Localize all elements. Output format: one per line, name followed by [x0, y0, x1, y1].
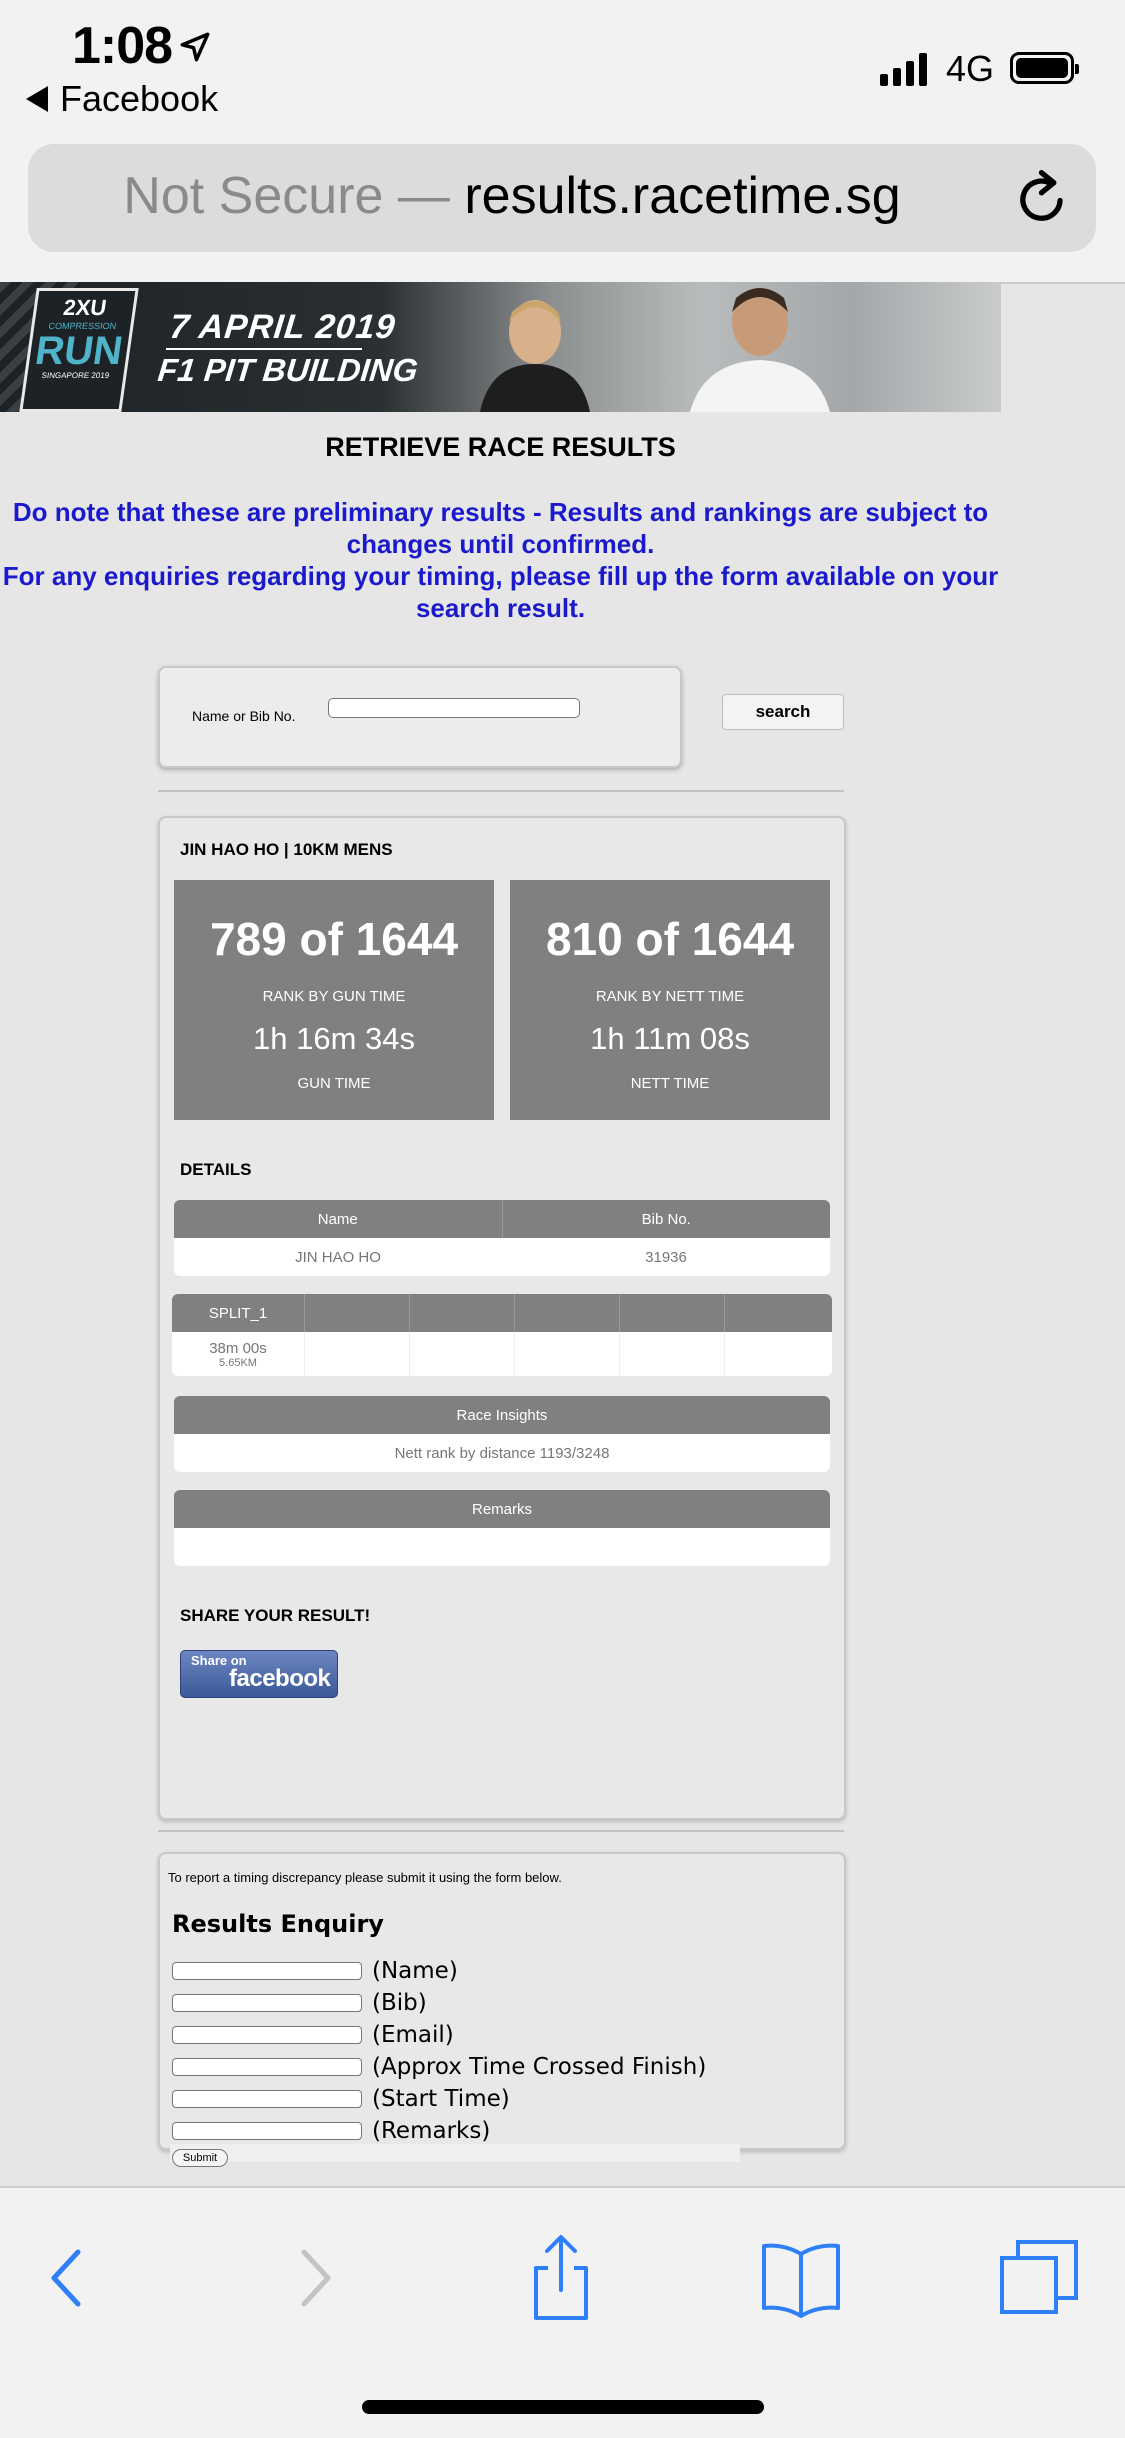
remarks-table: Remarks	[174, 1490, 830, 1566]
gun-rank-caption: RANK BY GUN TIME	[262, 988, 406, 1005]
table-row: JIN HAO HO 31936	[174, 1238, 830, 1276]
notice-line-1: Do note that these are preliminary resul…	[12, 497, 989, 559]
bib-number-cell: 31936	[645, 1248, 687, 1266]
runner-man-image	[690, 288, 830, 412]
back-chevron-icon[interactable]	[20, 2232, 110, 2322]
facebook-wordmark: facebook	[229, 1665, 331, 1692]
gun-time-caption: GUN TIME	[297, 1075, 371, 1092]
tabs-icon[interactable]	[996, 2232, 1086, 2322]
details-table: Name Bib No. JIN HAO HO 31936	[174, 1200, 830, 1276]
nett-time-box: 810 of 1644 RANK BY NETT TIME 1h 11m 08s…	[510, 880, 830, 1120]
search-panel: Name or Bib No.	[158, 666, 682, 768]
gun-rank: 789 of 1644	[209, 913, 459, 965]
split-1-cell: 38m 00s 5.65KM	[172, 1332, 304, 1376]
enquiry-remarks-label: (Remarks)	[372, 2118, 491, 2144]
divider	[158, 1830, 844, 1832]
safari-toolbar	[0, 2186, 1125, 2438]
enquiry-start-time-label: (Start Time)	[372, 2086, 510, 2112]
details-col-bib: Bib No.	[501, 1200, 831, 1238]
search-button[interactable]: search	[722, 694, 844, 730]
network-type: 4G	[946, 48, 995, 89]
enquiry-note: To report a timing discrepancy please su…	[168, 1870, 562, 1885]
split-1-distance: 5.65KM	[219, 1356, 257, 1369]
location-arrow-icon	[180, 32, 210, 62]
enquiry-name-input[interactable]	[172, 1962, 362, 1980]
search-input[interactable]	[328, 698, 580, 718]
enquiry-finish-time-row: (Approx Time Crossed Finish)	[172, 2054, 706, 2080]
table-row: 38m 00s 5.65KM	[172, 1332, 832, 1376]
nett-time-caption: NETT TIME	[630, 1075, 710, 1092]
banner-venue: F1 PIT BUILDING	[156, 352, 420, 388]
url-domain: results.racetime.sg	[464, 167, 901, 225]
forward-chevron-icon[interactable]	[270, 2232, 360, 2322]
splits-table: SPLIT_1 38m 00s 5.65KM	[172, 1294, 832, 1376]
enquiry-submit-button[interactable]: Submit	[172, 2149, 228, 2167]
banner-date: 7 APRIL 2019	[168, 308, 398, 346]
nett-rank: 810 of 1644	[545, 913, 795, 965]
divider	[158, 790, 844, 792]
insights-heading: Race Insights	[456, 1406, 548, 1424]
split-col-1: SPLIT_1	[208, 1304, 268, 1322]
url-display: Not Secure — results.racetime.sg	[28, 166, 996, 226]
nett-time: 1h 11m 08s	[590, 1021, 750, 1056]
enquiry-remarks-input[interactable]	[172, 2122, 362, 2140]
result-panel: JIN HAO HO | 10KM MENS 789 of 1644 RANK …	[158, 816, 846, 1820]
results-enquiry-panel: To report a timing discrepancy please su…	[158, 1852, 846, 2167]
status-time: 1:08	[72, 17, 173, 75]
runner-woman-image	[480, 300, 590, 412]
enquiry-email-row: (Email)	[172, 2022, 454, 2048]
notice-line-2: For any enquiries regarding your timing,…	[2, 561, 999, 623]
enquiry-finish-time-label: (Approx Time Crossed Finish)	[372, 2054, 707, 2080]
enquiry-bib-row: (Bib)	[172, 1990, 427, 2016]
page-title: RETRIEVE RACE RESULTS	[325, 432, 676, 462]
runner-header: JIN HAO HO | 10KM MENS	[180, 840, 393, 859]
enquiry-remarks-row: (Remarks)	[172, 2118, 490, 2144]
back-app-label: Facebook	[60, 78, 219, 119]
search-label: Name or Bib No.	[192, 708, 296, 724]
enquiry-email-label: (Email)	[372, 2022, 454, 2048]
share-on-facebook-button[interactable]: Share on facebook	[180, 1650, 338, 1698]
enquiry-bib-input[interactable]	[172, 1994, 362, 2012]
home-indicator	[362, 2400, 764, 2414]
browser-chrome: 1:08 Facebook 4G Not Secure — results.ra…	[0, 0, 1125, 284]
event-logo: 2XU COMPRESSION RUN SINGAPORE 2019	[19, 288, 139, 412]
address-bar[interactable]: Not Secure — results.racetime.sg	[28, 144, 1096, 252]
remarks-text	[174, 1528, 830, 1566]
cellular-signal-icon	[880, 52, 927, 86]
enquiry-bib-label: (Bib)	[372, 1990, 427, 2016]
enquiry-name-row: (Name)	[172, 1958, 458, 1984]
gun-time-box: 789 of 1644 RANK BY GUN TIME 1h 16m 34s …	[174, 880, 494, 1120]
share-icon[interactable]	[516, 2232, 606, 2322]
details-heading: DETAILS	[180, 1160, 252, 1179]
enquiry-title: Results Enquiry	[172, 1910, 384, 1938]
enquiry-name-label: (Name)	[372, 1958, 458, 1984]
gun-time: 1h 16m 34s	[253, 1021, 415, 1056]
preliminary-notice: Do note that these are preliminary resul…	[0, 496, 1001, 624]
race-insights-table: Race Insights Nett rank by distance 1193…	[174, 1396, 830, 1472]
event-banner: 2XU COMPRESSION RUN SINGAPORE 2019 7 APR…	[0, 282, 1001, 412]
runner-name-cell: JIN HAO HO	[295, 1248, 381, 1266]
enquiry-start-time-input[interactable]	[172, 2090, 362, 2108]
enquiry-finish-time-input[interactable]	[172, 2058, 362, 2076]
back-to-app-link[interactable]: Facebook	[26, 78, 218, 120]
enquiry-email-input[interactable]	[172, 2026, 362, 2044]
reload-icon[interactable]	[1012, 168, 1074, 230]
details-col-name: Name	[317, 1210, 358, 1228]
split-1-time: 38m 00s	[209, 1339, 267, 1357]
not-secure-label: Not Secure —	[123, 167, 450, 225]
enquiry-start-time-row: (Start Time)	[172, 2086, 510, 2112]
back-triangle-icon	[26, 86, 48, 112]
nett-rank-caption: RANK BY NETT TIME	[595, 988, 745, 1005]
insights-text: Nett rank by distance 1193/3248	[394, 1444, 610, 1462]
battery-icon	[1010, 52, 1079, 84]
bookmarks-icon[interactable]	[756, 2232, 846, 2322]
remarks-heading: Remarks	[471, 1500, 532, 1518]
share-heading: SHARE YOUR RESULT!	[180, 1606, 371, 1625]
